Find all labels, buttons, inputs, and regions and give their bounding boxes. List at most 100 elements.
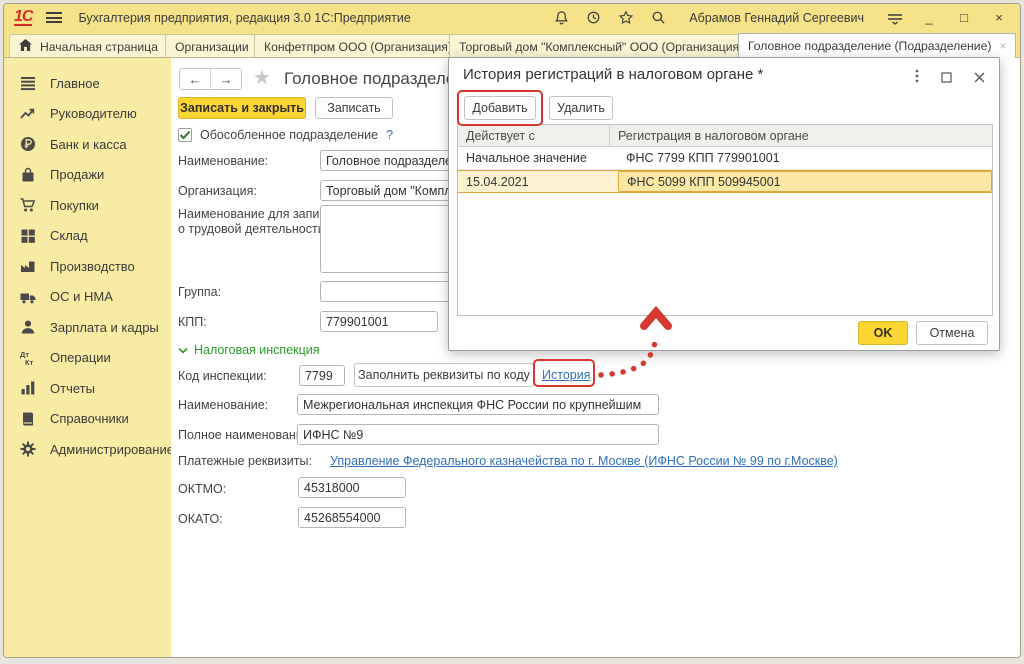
tab-label: Головное подразделение (Подразделение) — [748, 39, 991, 53]
labor-name-label-line1: Наименование для записей — [178, 207, 340, 221]
tab-home[interactable]: Начальная страница — [9, 34, 166, 58]
tab-organizations[interactable]: Организации × — [165, 34, 255, 58]
chevron-down-icon — [178, 347, 188, 354]
okato-input[interactable] — [298, 507, 406, 528]
sidebar-label: Справочники — [50, 411, 129, 426]
dialog-more-icon[interactable] — [915, 69, 919, 88]
sidebar-label: Главное — [50, 76, 100, 91]
sidebar-item-sklad[interactable]: Склад — [4, 221, 171, 252]
bag-icon — [20, 167, 36, 183]
cell-registration-selected[interactable]: ФНС 5099 КПП 509945001 — [618, 171, 992, 192]
sidebar-item-proizvodstvo[interactable]: Производство — [4, 251, 171, 282]
sidebar-item-spravochniki[interactable]: Справочники — [4, 404, 171, 435]
back-button[interactable]: ← — [180, 69, 211, 89]
table-row[interactable]: Начальное значение ФНС 7799 КПП 77990100… — [458, 147, 992, 170]
cancel-button[interactable]: Отмена — [916, 321, 988, 345]
help-link[interactable]: ? — [386, 128, 393, 142]
dialog-maximize-icon[interactable] — [941, 70, 952, 88]
tab-close-icon[interactable]: × — [999, 39, 1006, 53]
inspection-name-input[interactable] — [297, 394, 659, 415]
table-row-selected[interactable]: 15.04.2021 ФНС 5099 КПП 509945001 — [458, 170, 992, 193]
sidebar-item-bank-i-kassa[interactable]: Банк и касса — [4, 129, 171, 160]
save-button[interactable]: Записать — [315, 97, 393, 119]
window-close-icon[interactable]: × — [990, 10, 1008, 25]
tab-konfetprom[interactable]: Конфетпром ООО (Организация) × — [254, 34, 450, 58]
inspection-code-label: Код инспекции: — [178, 369, 267, 383]
app-window: 1С Бухгалтерия предприятия, редакция 3.0… — [3, 3, 1021, 658]
sidebar-item-glavnoe[interactable]: Главное — [4, 68, 171, 99]
window-minimize-icon[interactable]: _ — [920, 10, 938, 25]
save-and-close-button[interactable]: Записать и закрыть — [178, 97, 306, 119]
kpp-input[interactable] — [320, 311, 438, 332]
sidebar-item-operacii[interactable]: ДтКт Операции — [4, 343, 171, 374]
sidebar-label: Руководителю — [50, 106, 137, 121]
sidebar-label: Операции — [50, 350, 111, 365]
sidebar-label: Отчеты — [50, 381, 95, 396]
forward-button[interactable]: → — [211, 69, 241, 89]
sidebar-item-rukovoditelyu[interactable]: Руководителю — [4, 99, 171, 130]
barchart-icon — [20, 380, 36, 396]
notifications-bell-icon[interactable] — [554, 10, 569, 25]
search-icon[interactable] — [651, 10, 666, 25]
sidebar-label: Производство — [50, 259, 135, 274]
group-label: Группа: — [178, 285, 221, 299]
book-icon — [20, 411, 36, 427]
sidebar-item-prodazhi[interactable]: Продажи — [4, 160, 171, 191]
inspection-name-label: Наименование: — [178, 398, 268, 412]
favorite-star-icon[interactable]: ★ — [253, 65, 271, 90]
fill-by-code-button[interactable]: Заполнить реквизиты по коду — [354, 363, 534, 387]
titlebar: 1С Бухгалтерия предприятия, редакция 3.0… — [4, 4, 1020, 31]
history-link[interactable]: История — [542, 368, 590, 382]
payment-details-label: Платежные реквизиты: — [178, 454, 312, 468]
oktmo-input[interactable] — [298, 477, 406, 498]
menu-icon — [20, 75, 36, 91]
separate-unit-checkbox[interactable] — [178, 128, 192, 142]
registration-table: Действует с Регистрация в налоговом орга… — [457, 124, 993, 316]
delete-button[interactable]: Удалить — [549, 96, 613, 120]
truck-icon — [20, 289, 36, 305]
tab-bar: Начальная страница Организации × Конфетп… — [4, 31, 1020, 58]
separate-unit-label: Обособленное подразделение — [200, 128, 378, 142]
service-menu-icon[interactable] — [887, 11, 903, 25]
window-maximize-icon[interactable]: □ — [955, 10, 973, 25]
warehouse-icon — [20, 228, 36, 244]
organization-label: Организация: — [178, 184, 257, 198]
tax-inspection-section-toggle[interactable]: Налоговая инспекция — [178, 343, 320, 357]
nav-history-group: ← → — [179, 68, 242, 90]
sidebar: Главное Руководителю Банк и касса Продаж… — [4, 58, 171, 657]
tab-label: Организации — [175, 40, 249, 54]
tab-label: Конфетпром ООО (Организация) — [264, 40, 450, 54]
tab-golovnoe-podrazdelenie[interactable]: Головное подразделение (Подразделение) × — [738, 33, 1016, 58]
sidebar-item-zarplata-i-kadry[interactable]: Зарплата и кадры — [4, 312, 171, 343]
user-name[interactable]: Абрамов Геннадий Сергеевич — [689, 11, 864, 25]
history-icon[interactable] — [586, 10, 601, 25]
favorites-star-icon[interactable] — [618, 10, 634, 25]
factory-icon — [20, 258, 36, 274]
dialog-close-icon[interactable] — [974, 70, 985, 88]
cell-date[interactable]: Начальное значение — [458, 151, 618, 165]
payment-details-link[interactable]: Управление Федерального казначейства по … — [330, 454, 838, 468]
sidebar-item-administrirovanie[interactable]: Администрирование — [4, 434, 171, 465]
column-header-registration[interactable]: Регистрация в налоговом органе — [610, 125, 992, 146]
main-menu-icon[interactable] — [46, 12, 62, 23]
sidebar-item-pokupki[interactable]: Покупки — [4, 190, 171, 221]
sidebar-item-otchety[interactable]: Отчеты — [4, 373, 171, 404]
column-header-date[interactable]: Действует с — [458, 125, 610, 146]
svg-text:Кт: Кт — [25, 358, 34, 366]
ok-button[interactable]: OK — [858, 321, 908, 345]
sidebar-label: Продажи — [50, 167, 104, 182]
oktmo-label: ОКТМО: — [178, 482, 226, 496]
add-button[interactable]: Добавить — [464, 96, 536, 120]
cell-registration[interactable]: ФНС 7799 КПП 779901001 — [618, 147, 992, 169]
dtkt-icon: ДтКт — [20, 350, 36, 366]
tab-torgovy-dom[interactable]: Торговый дом "Комплексный" ООО (Организа… — [449, 34, 739, 58]
sidebar-label: Зарплата и кадры — [50, 320, 159, 335]
cell-date[interactable]: 15.04.2021 — [458, 175, 618, 189]
cart-icon — [20, 197, 36, 213]
inspection-code-input[interactable] — [299, 365, 345, 386]
trend-icon — [20, 106, 36, 122]
sidebar-item-os-i-nma[interactable]: ОС и НМА — [4, 282, 171, 313]
full-name-input[interactable] — [297, 424, 659, 445]
registration-history-dialog: История регистраций в налоговом органе *… — [448, 57, 1000, 351]
okato-label: ОКАТО: — [178, 512, 223, 526]
